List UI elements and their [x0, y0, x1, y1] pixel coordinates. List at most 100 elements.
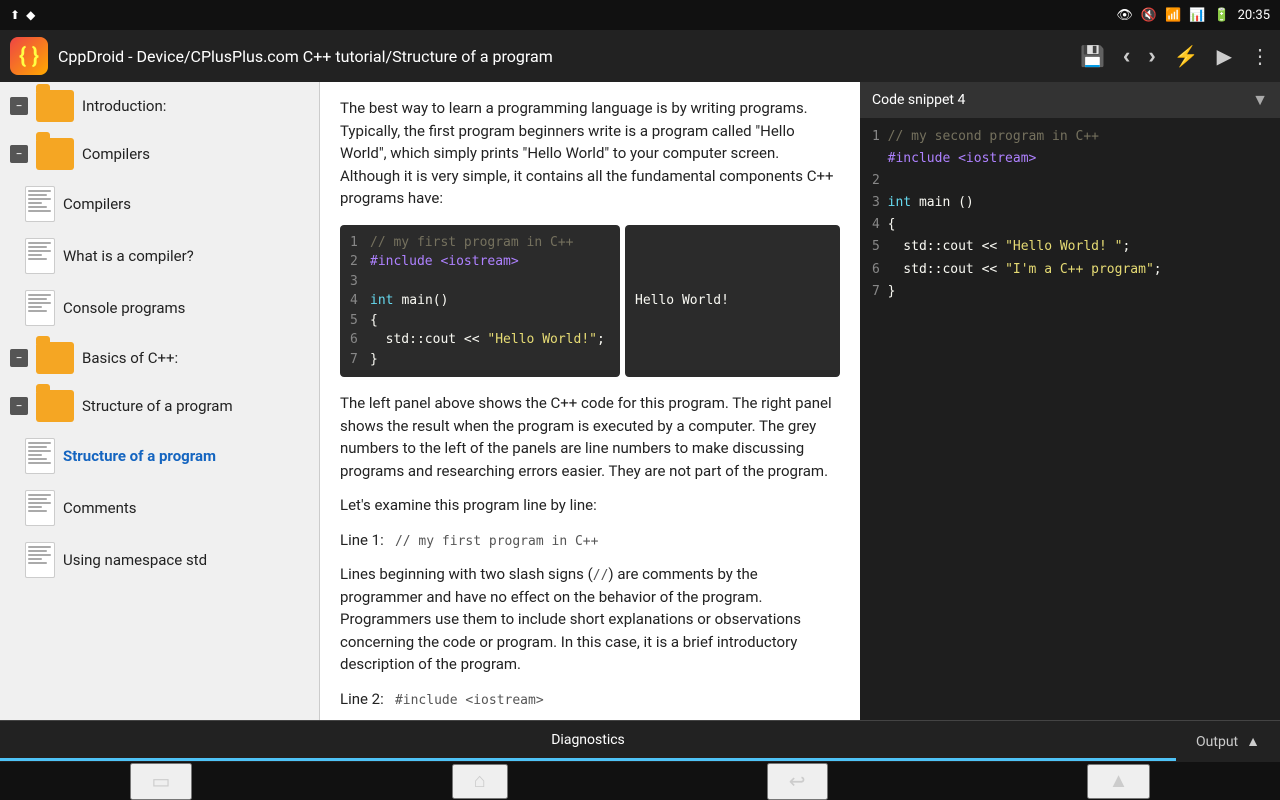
code-line-4: 4 int main() [350, 291, 610, 311]
folder-icon-introduction [36, 90, 74, 122]
sidebar-item-what-is-compiler[interactable]: What is a compiler? [0, 230, 319, 282]
code-line-2: 2 #include <iostream> [350, 252, 610, 272]
status-icon-2: ◆ [26, 8, 35, 22]
sidebar-item-basics-folder[interactable]: − Basics of C++: [0, 334, 319, 382]
sidebar-item-compilers-folder[interactable]: − Compilers [0, 130, 319, 178]
sidebar-label-compilers-doc: Compilers [63, 195, 131, 213]
snippet-line-2: 2 [872, 170, 1268, 192]
snippet-header: Code snippet 4 ▼ [860, 82, 1280, 118]
snippet-line-7: 7 } [872, 281, 1268, 303]
doc-icon-namespace [25, 542, 55, 578]
status-icon-1: ⬆ [10, 8, 20, 22]
sidebar-label-namespace-doc: Using namespace std [63, 551, 207, 569]
intro-text: The best way to learn a programming lang… [340, 97, 840, 210]
line2-explanation: Line 2: #include <iostream> [340, 688, 840, 711]
nav-home-button[interactable]: ⌂ [452, 764, 508, 799]
eye-icon: 👁 [1116, 8, 1133, 23]
signal-icon: 📊 [1189, 8, 1205, 23]
snippet-line-6: 6 std::cout << "I'm a C++ program"; [872, 259, 1268, 281]
snippet-line-4: 4 { [872, 214, 1268, 236]
sidebar-label-what-is-compiler: What is a compiler? [63, 247, 194, 265]
sidebar-label-structure-folder: Structure of a program [82, 397, 233, 415]
sidebar-item-structure-folder[interactable]: − Structure of a program [0, 382, 319, 430]
doc-icon-what-is-compiler [25, 238, 55, 274]
code-output-panel: Hello World! [625, 225, 840, 378]
folder-icon-basics [36, 342, 74, 374]
collapse-compilers[interactable]: − [10, 145, 28, 163]
snippet-title: Code snippet 4 [872, 92, 965, 108]
sidebar-item-introduction[interactable]: − Introduction: [0, 82, 319, 130]
folder-icon-structure [36, 390, 74, 422]
status-right: 👁 🔇 📶 📊 🔋 20:35 [1116, 8, 1270, 23]
battery-icon: 🔋 [1213, 8, 1229, 23]
mute-icon: 🔇 [1141, 8, 1157, 23]
snippet-body: 1 // my second program in C++ #include <… [860, 118, 1280, 720]
snippet-line-1: 1 // my second program in C++ [872, 126, 1268, 148]
title-bar: { } CppDroid - Device/CPlusPlus.com C++ … [0, 30, 1280, 82]
code-line-1: 1 // my first program in C++ [350, 233, 610, 253]
sidebar-label-compilers-folder: Compilers [82, 145, 150, 163]
snippet-line-5: 5 std::cout << "Hello World! "; [872, 236, 1268, 258]
sidebar-item-structure-doc[interactable]: Structure of a program [0, 430, 319, 482]
title-text: CppDroid - Device/CPlusPlus.com C++ tuto… [58, 47, 1070, 66]
forward-button[interactable]: › [1148, 43, 1155, 69]
nav-back-button[interactable]: ↩ [767, 763, 828, 800]
snippet-line-include: #include <iostream> [872, 148, 1268, 170]
code-line-6: 6 std::cout << "Hello World!"; [350, 330, 610, 350]
line1-label: Line 1: [340, 531, 384, 549]
doc-icon-compilers [25, 186, 55, 222]
collapse-structure[interactable]: − [10, 397, 28, 415]
sidebar-item-console-programs[interactable]: Console programs [0, 282, 319, 334]
code-line-5: 5 { [350, 311, 610, 331]
wifi-icon: 📶 [1165, 8, 1181, 23]
sidebar-label-introduction: Introduction: [82, 97, 166, 115]
doc-icon-structure [25, 438, 55, 474]
sidebar-label-comments-doc: Comments [63, 499, 137, 517]
content-area: The best way to learn a programming lang… [320, 82, 860, 720]
collapse-introduction[interactable]: − [10, 97, 28, 115]
snippet-line-3: 3 int main () [872, 192, 1268, 214]
status-bar: ⬆ ◆ 👁 🔇 📶 📊 🔋 20:35 [0, 0, 1280, 30]
explanation-text: The left panel above shows the C++ code … [340, 392, 840, 482]
output-chevron-up: ▲ [1246, 733, 1260, 750]
menu-button[interactable]: ⋮ [1250, 44, 1270, 69]
line1-desc: Lines beginning with two slash signs (//… [340, 563, 840, 676]
line2-code: #include <iostream> [395, 693, 544, 708]
diagnostics-bar: Diagnostics Output ▲ [0, 720, 1280, 762]
line2-label: Line 2: [340, 690, 384, 708]
sidebar-item-namespace-doc[interactable]: Using namespace std [0, 534, 319, 586]
save-button[interactable]: 💾 [1080, 44, 1105, 69]
folder-icon-compilers [36, 138, 74, 170]
line1-code: // my first program in C++ [395, 534, 599, 549]
diagnostics-tab[interactable]: Diagnostics [0, 722, 1176, 761]
play-button[interactable]: ▶ [1217, 44, 1232, 69]
sidebar-item-compilers-doc[interactable]: Compilers [0, 178, 319, 230]
code-line-7: 7 } [350, 350, 610, 370]
back-button[interactable]: ‹ [1123, 43, 1130, 69]
status-left: ⬆ ◆ [10, 8, 35, 22]
sidebar-label-console-programs: Console programs [63, 299, 185, 317]
examine-text: Let's examine this program line by line: [340, 494, 840, 517]
code-panel: 1 // my first program in C++ 2 #include … [340, 225, 620, 378]
code-line-3: 3 [350, 272, 610, 292]
snippet-scroll-btn[interactable]: ▼ [1252, 90, 1268, 110]
nav-expand-button[interactable]: ▲ [1087, 764, 1151, 799]
sidebar-item-comments-doc[interactable]: Comments [0, 482, 319, 534]
snippet-panel: Code snippet 4 ▼ 1 // my second program … [860, 82, 1280, 720]
sidebar: − Introduction: − Compilers Comp [0, 82, 320, 720]
doc-icon-console [25, 290, 55, 326]
line1-explanation: Line 1: // my first program in C++ [340, 529, 840, 552]
code-block-container: 1 // my first program in C++ 2 #include … [340, 225, 840, 378]
output-tab[interactable]: Output ▲ [1176, 723, 1280, 760]
nav-bar: ▭ ⌂ ↩ ▲ [0, 762, 1280, 800]
app-icon: { } [10, 37, 48, 75]
output-tab-label: Output [1196, 734, 1238, 750]
title-actions: 💾 ‹ › ⚡ ▶ ⋮ [1080, 43, 1270, 69]
doc-icon-comments [25, 490, 55, 526]
code-output-text: Hello World! [635, 291, 729, 311]
main-area: − Introduction: − Compilers Comp [0, 82, 1280, 720]
sidebar-label-structure-doc: Structure of a program [63, 447, 216, 465]
collapse-basics[interactable]: − [10, 349, 28, 367]
nav-square-button[interactable]: ▭ [130, 763, 193, 800]
flash-button[interactable]: ⚡ [1174, 44, 1199, 69]
